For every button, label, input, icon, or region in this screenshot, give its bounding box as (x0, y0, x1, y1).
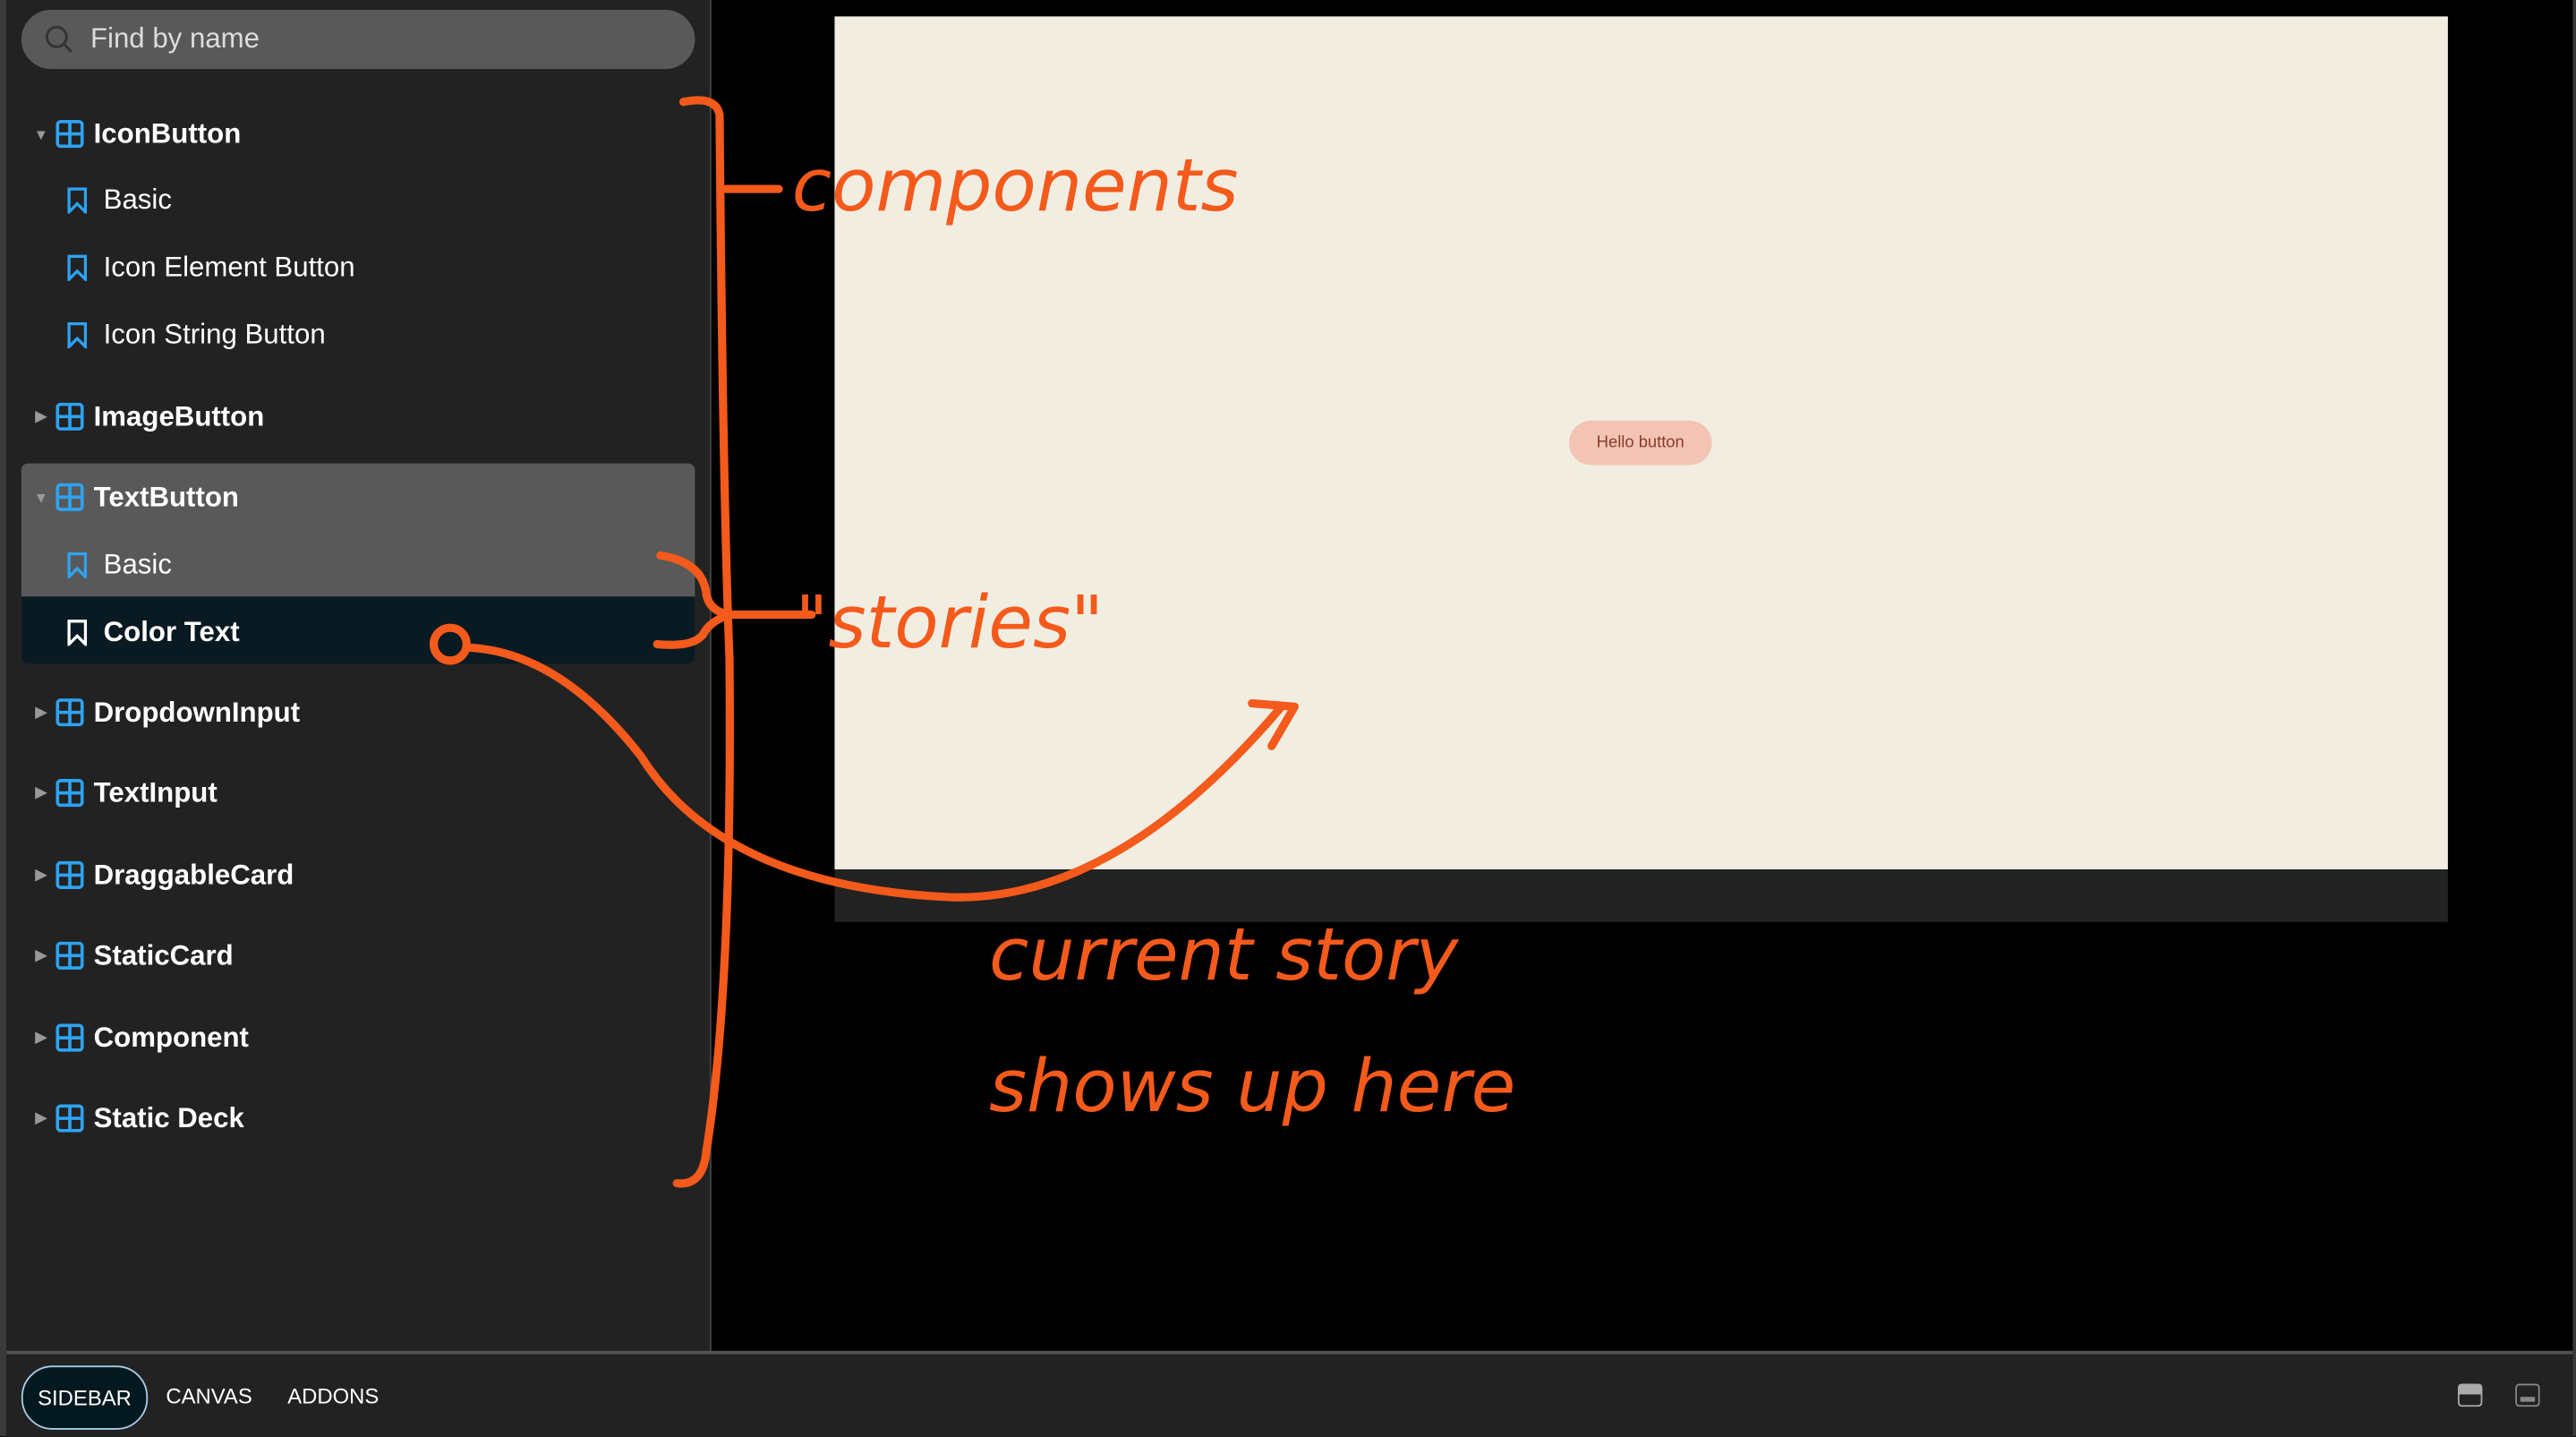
tab-sidebar[interactable]: SIDEBAR (21, 1365, 149, 1430)
bookmark-icon (67, 551, 88, 578)
component-icon (55, 941, 84, 970)
tree-item-staticcard[interactable]: ▶ StaticCard (21, 922, 695, 989)
caret-right-icon[interactable]: ▶ (30, 1109, 53, 1127)
tree-item-imagebutton[interactable]: ▶ ImageButton (21, 383, 695, 450)
component-icon (55, 698, 84, 727)
component-icon (55, 483, 84, 511)
bookmark-icon (67, 619, 88, 646)
component-icon (55, 1104, 84, 1133)
tree-item-label: TextButton (93, 480, 239, 512)
tree-item-label: ImageButton (93, 399, 265, 432)
tree-item-draggablecard[interactable]: ▶ DraggableCard (21, 842, 695, 909)
caret-right-icon[interactable]: ▶ (30, 946, 53, 964)
search-field[interactable] (21, 10, 695, 70)
caret-right-icon[interactable]: ▶ (30, 784, 53, 802)
story-item[interactable]: Basic (21, 166, 695, 233)
bookmark-icon (67, 253, 88, 280)
search-icon (45, 25, 73, 53)
caret-down-icon[interactable]: ▼ (30, 489, 53, 505)
sidebar: ▼ IconButton Basic Icon Element Button Icon … (6, 0, 712, 1351)
storybook-app: ▼ IconButton Basic Icon Element Button Icon … (0, 0, 2576, 1437)
bottom-nav: SIDEBAR CANVAS ADDONS (6, 1350, 2573, 1437)
caret-right-icon[interactable]: ▶ (30, 407, 53, 425)
story-item[interactable]: Icon String Button (21, 301, 695, 368)
search-input[interactable] (87, 21, 653, 58)
story-label: Basic (103, 183, 172, 215)
component-icon (55, 402, 84, 431)
tree-item-label: IconButton (93, 117, 242, 150)
hello-button[interactable]: Hello button (1568, 420, 1712, 466)
annotation-current-1: current story (989, 913, 1459, 997)
tree-item-dropdowninput[interactable]: ▶ DropdownInput (21, 679, 695, 746)
caret-right-icon[interactable]: ▶ (30, 1029, 53, 1047)
tab-addons[interactable]: ADDONS (287, 1365, 379, 1426)
tree-item-label: StaticCard (93, 938, 234, 971)
tree-item-static-deck[interactable]: ▶ Static Deck (21, 1084, 695, 1151)
component-icon (55, 1023, 84, 1052)
tab-canvas[interactable]: CANVAS (166, 1365, 252, 1426)
tree-item-label: DraggableCard (93, 859, 294, 890)
caret-down-icon[interactable]: ▼ (30, 125, 53, 141)
caret-right-icon[interactable]: ▶ (30, 704, 53, 722)
tree-item-label: DropdownInput (93, 696, 301, 728)
component-icon (55, 860, 84, 890)
window-border (0, 0, 7, 1437)
story-label: Basic (103, 548, 172, 580)
bookmark-icon (67, 186, 88, 213)
panel-bottom-icon[interactable] (2457, 1383, 2483, 1407)
panel-toggle-icon[interactable] (2515, 1383, 2540, 1407)
story-label: Color Text (103, 615, 240, 647)
story-item[interactable]: Basic (21, 531, 695, 598)
caret-right-icon[interactable]: ▶ (30, 866, 53, 884)
story-label: Icon String Button (103, 318, 326, 350)
canvas-footer (834, 868, 2448, 922)
component-icon (55, 119, 84, 149)
tree-item-label: TextInput (93, 776, 218, 808)
story-item[interactable]: Icon Element Button (21, 234, 695, 301)
tree-item-component[interactable]: ▶ Component (21, 1004, 695, 1071)
tree-item-label: Component (93, 1021, 249, 1053)
annotation-current-2: shows up here (989, 1045, 1515, 1129)
tree-item-textbutton[interactable]: ▼ TextButton (21, 464, 695, 531)
story-item[interactable]: Color Text (21, 598, 695, 665)
story-label: Icon Element Button (103, 250, 355, 282)
bookmark-icon (67, 321, 88, 348)
component-icon (55, 779, 84, 808)
window-border (2572, 0, 2576, 1437)
tree-item-iconbutton[interactable]: ▼ IconButton (21, 100, 695, 167)
tree-item-label: Static Deck (93, 1101, 244, 1133)
tree-item-textinput[interactable]: ▶ TextInput (21, 759, 695, 826)
